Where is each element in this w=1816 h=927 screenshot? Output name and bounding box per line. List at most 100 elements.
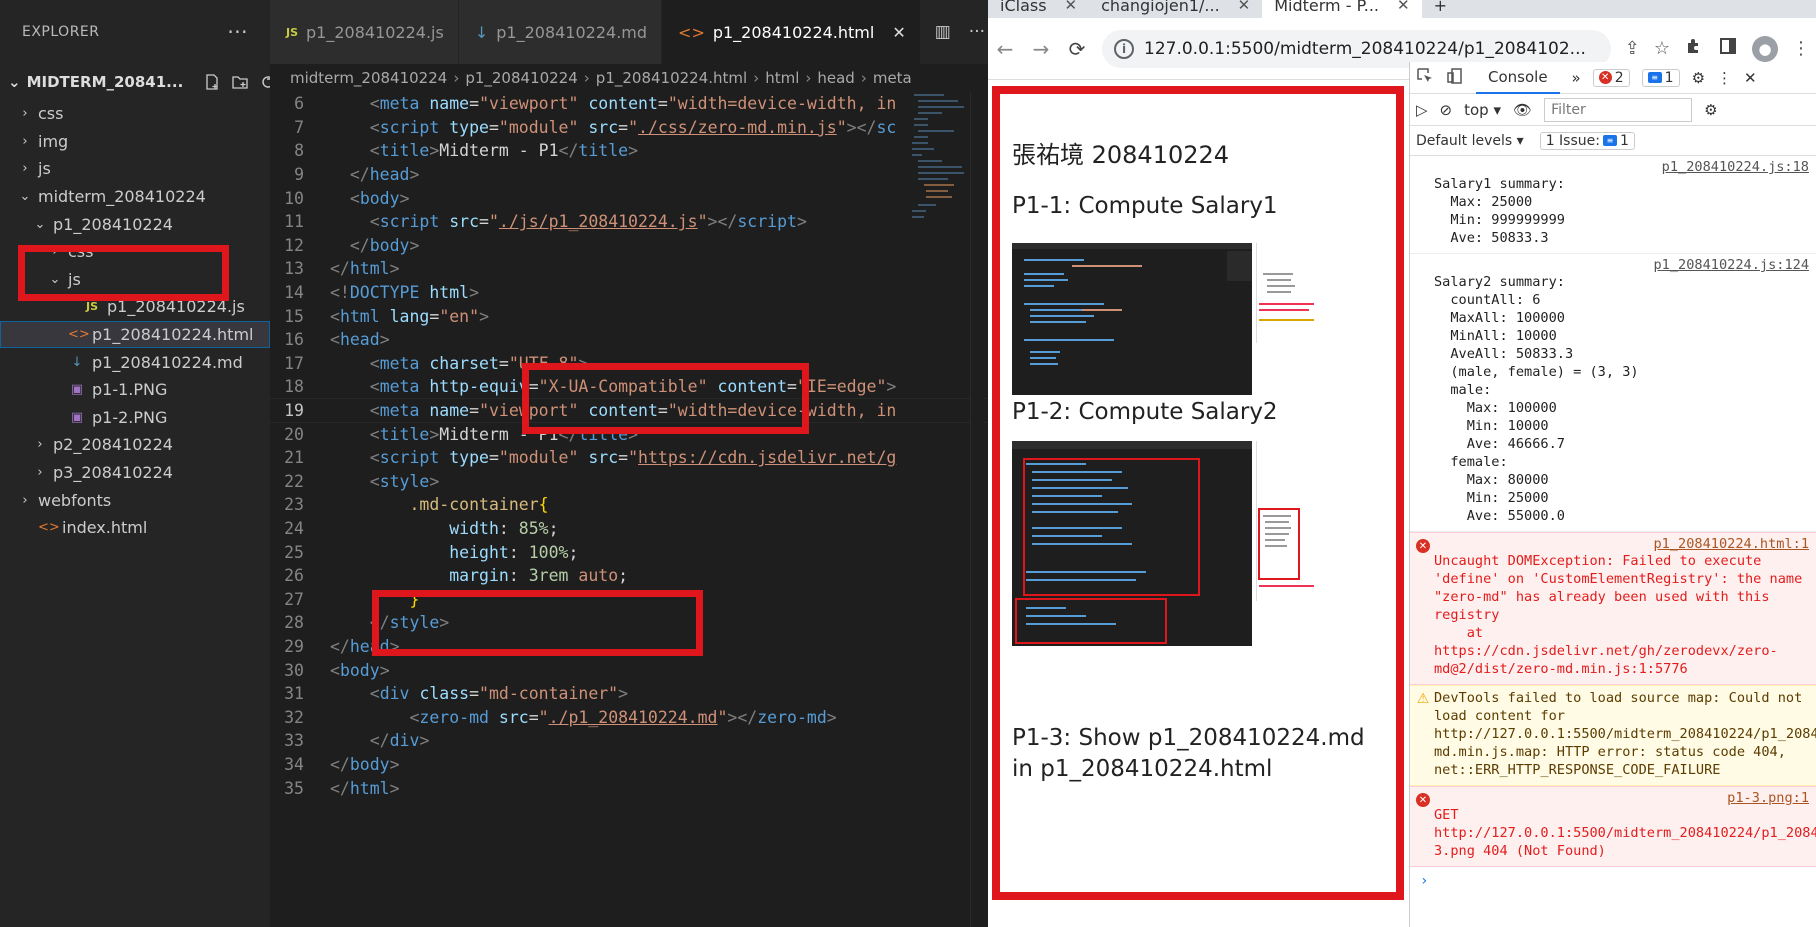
- console-error-entry: ✕ p1-3.png:1 GET http://127.0.0.1:5500/mid…: [1410, 786, 1816, 867]
- forward-icon[interactable]: →: [1030, 37, 1052, 61]
- tree-item-label: js: [38, 159, 51, 179]
- source-link[interactable]: p1_208410224.js:124: [1434, 257, 1810, 273]
- console-message: Uncaught DOMException: Failed to execute…: [1434, 553, 1803, 677]
- console-settings-gear-icon[interactable]: ⚙: [1704, 101, 1717, 119]
- editor-scrollbar[interactable]: [970, 92, 984, 927]
- tree-item[interactable]: › css: [0, 238, 270, 266]
- browser-tab[interactable]: iClass ✕: [988, 0, 1089, 18]
- profile-avatar[interactable]: ●: [1752, 35, 1778, 62]
- tree-item[interactable]: ⌄ midterm_208410224: [0, 183, 270, 211]
- console-prompt-input[interactable]: ›: [1410, 867, 1816, 895]
- tab-console[interactable]: Console: [1476, 62, 1560, 94]
- console-line: Max: 25000: [1434, 194, 1533, 210]
- clear-console-icon[interactable]: ⊘: [1440, 101, 1453, 119]
- more-actions-icon[interactable]: ···: [227, 20, 248, 44]
- settings-gear-icon[interactable]: ⚙: [1692, 69, 1705, 87]
- code-area[interactable]: 6 <meta name="viewport" content="width=d…: [270, 92, 988, 927]
- tree-item-label: p1_208410224.js: [107, 297, 245, 317]
- breadcrumb-item[interactable]: head: [817, 69, 854, 87]
- breadcrumb-separator: ›: [453, 69, 460, 87]
- tree-item[interactable]: <> p1_208410224.html: [0, 320, 270, 349]
- device-toolbar-icon[interactable]: [1446, 67, 1464, 89]
- close-tab-icon[interactable]: ✕: [1065, 0, 1078, 14]
- breadcrumb-item[interactable]: p1_208410224.html: [596, 69, 747, 87]
- breadcrumb-item[interactable]: meta: [873, 69, 912, 87]
- tree-item[interactable]: ▣ p1-2.PNG: [0, 404, 270, 432]
- source-link[interactable]: p1-3.png:1: [1434, 790, 1809, 806]
- tree-item[interactable]: <> index.html: [0, 514, 270, 542]
- console-line: countAll: 6: [1434, 292, 1541, 308]
- side-panel-icon[interactable]: [1718, 36, 1738, 61]
- tree-item[interactable]: ↓ p1_208410224.md: [0, 348, 270, 376]
- devtools-menu-icon[interactable]: ⋮: [1717, 69, 1732, 87]
- source-link[interactable]: p1_208410224.js:18: [1434, 159, 1809, 175]
- log-levels-label: Default levels: [1416, 132, 1513, 149]
- code-line: 35 </html>: [284, 778, 400, 798]
- explorer-sidebar: EXPLORER ··· ⌄ MIDTERM_20841... › css › img…: [0, 0, 303, 927]
- browser-tab[interactable]: changiojen1/... ✕: [1089, 0, 1262, 18]
- live-expression-eye-icon[interactable]: 👁: [1513, 101, 1532, 119]
- new-tab-icon[interactable]: +: [1422, 0, 1459, 18]
- sidebar-toggle-icon[interactable]: ▷: [1416, 101, 1428, 119]
- site-info-icon[interactable]: i: [1114, 38, 1134, 59]
- source-link[interactable]: p1_208410224.html:1: [1434, 536, 1810, 552]
- tree-item-label: p1_208410224.md: [92, 352, 243, 372]
- editor-tabs: JS p1_208410224.js ↓ p1_208410224.md <> p1_20…: [270, 0, 988, 64]
- error-count-badge[interactable]: ✕ 2: [1592, 68, 1630, 87]
- extensions-icon[interactable]: [1684, 36, 1704, 61]
- chevron-right-icon: ›: [22, 133, 28, 149]
- close-tab-icon[interactable]: ✕: [1238, 0, 1251, 14]
- more-tabs-icon[interactable]: »: [1572, 69, 1581, 87]
- share-icon[interactable]: ⇪: [1625, 38, 1640, 59]
- breadcrumb-item[interactable]: html: [765, 69, 799, 87]
- tree-item[interactable]: › p3_208410224: [0, 459, 270, 487]
- code-editor: JS p1_208410224.js ↓ p1_208410224.md <> p1_20…: [270, 0, 988, 927]
- close-icon[interactable]: ✕: [892, 23, 905, 42]
- close-devtools-icon[interactable]: ✕: [1744, 69, 1757, 87]
- filter-input[interactable]: Filter: [1544, 97, 1693, 122]
- console-output[interactable]: p1_208410224.js:18 Salary1 summary: Max: …: [1410, 156, 1816, 927]
- editor-tab[interactable]: JS p1_208410224.js: [270, 0, 459, 64]
- project-root[interactable]: ⌄ MIDTERM_20841...: [0, 64, 303, 100]
- new-folder-icon[interactable]: [231, 73, 249, 91]
- tree-item-label: p2_208410224: [53, 435, 173, 455]
- tree-item[interactable]: › webfonts: [0, 486, 270, 514]
- tree-item[interactable]: ▣ p1-1.PNG: [0, 376, 270, 404]
- new-file-icon[interactable]: [203, 73, 221, 91]
- tree-item[interactable]: ⌄ p1_208410224: [0, 210, 270, 238]
- close-tab-icon[interactable]: ✕: [1397, 0, 1410, 14]
- log-levels-dropdown[interactable]: Default levels ▾: [1416, 133, 1524, 149]
- console-line: female:: [1434, 454, 1508, 470]
- reload-icon[interactable]: ⟳: [1066, 37, 1088, 61]
- editor-tab[interactable]: <> p1_208410224.html ✕: [662, 0, 921, 64]
- browser-tab[interactable]: Midterm - P... ✕: [1262, 0, 1422, 18]
- code-line: 9 </head>: [294, 165, 420, 185]
- console-line: Min: 25000: [1434, 490, 1549, 506]
- tree-item[interactable]: ⌄ js: [0, 266, 270, 294]
- js-file-icon: JS: [286, 25, 299, 39]
- rendered-page: 張祐境 208410224 P1-1: Compute Salary1 P1-2…: [988, 81, 1410, 927]
- editor-tab[interactable]: ↓ p1_208410224.md: [458, 0, 663, 64]
- tree-item[interactable]: › css: [0, 100, 270, 128]
- split-editor-icon[interactable]: ▥: [935, 22, 951, 42]
- info-count-badge[interactable]: ≡ 1: [1641, 68, 1680, 87]
- tree-item[interactable]: › img: [0, 128, 270, 156]
- tree-item[interactable]: › p2_208410224: [0, 431, 270, 459]
- breadcrumb-item[interactable]: p1_208410224: [465, 69, 577, 87]
- code-line: 32 <zero-md src="./p1_208410224.md"></ze…: [284, 707, 837, 727]
- more-actions-icon[interactable]: ···: [969, 22, 985, 42]
- minimap[interactable]: [910, 92, 970, 232]
- breadcrumb-item[interactable]: midterm_208410224: [290, 69, 447, 87]
- breadcrumb-separator: ›: [753, 69, 760, 87]
- issues-badge[interactable]: 1 Issue: ≡ 1: [1539, 131, 1635, 150]
- chrome-menu-icon[interactable]: ⋮: [1792, 38, 1810, 59]
- markdown-file-icon: ↓: [474, 22, 489, 42]
- inspect-icon[interactable]: [1416, 67, 1434, 89]
- tree-item[interactable]: JS p1_208410224.js: [0, 293, 270, 321]
- project-name: MIDTERM_20841...: [26, 73, 184, 91]
- back-icon[interactable]: ←: [994, 37, 1016, 61]
- context-selector[interactable]: top ▾: [1464, 101, 1501, 119]
- bookmark-star-icon[interactable]: ☆: [1654, 38, 1670, 59]
- tree-item[interactable]: › js: [0, 155, 270, 183]
- warning-icon: ⚠: [1416, 691, 1430, 707]
